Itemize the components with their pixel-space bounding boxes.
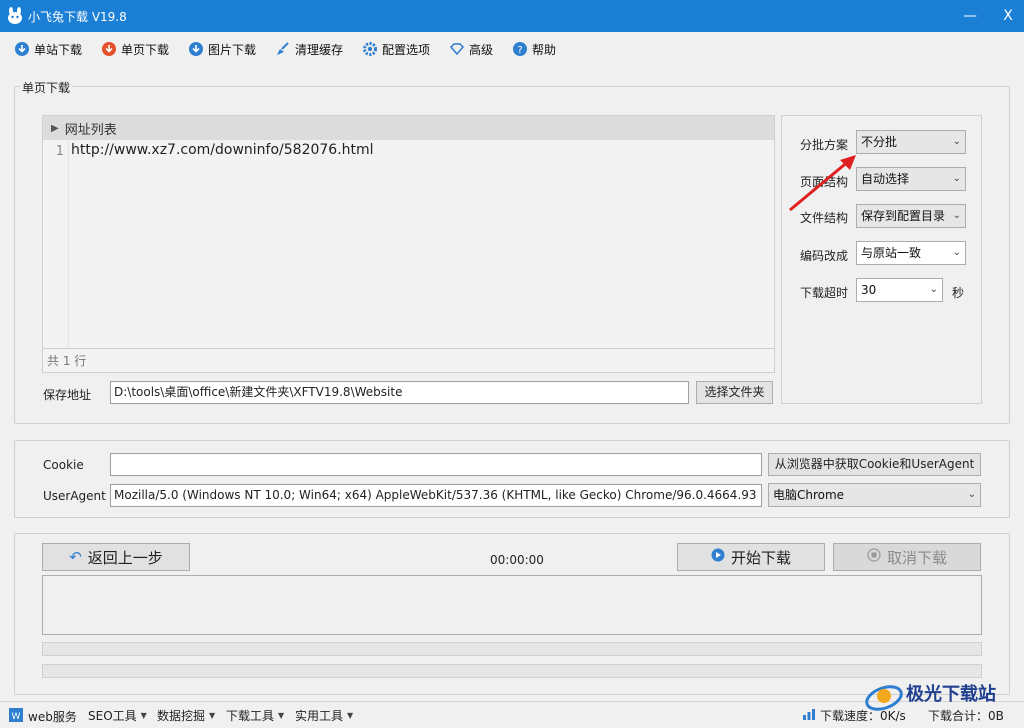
browser-value: 电脑Chrome (773, 488, 845, 502)
diamond-icon (449, 41, 465, 57)
start-label: 开始下载 (730, 548, 791, 567)
cancel-label: 取消下载 (886, 548, 947, 567)
toolbar-label: 单站下载 (34, 42, 83, 57)
useragent-label: UserAgent (43, 489, 106, 503)
watermark-text: 极光下载站 (906, 684, 996, 705)
chevron-down-icon: ⌄ (967, 489, 976, 500)
toolbar-label: 清理缓存 (295, 42, 344, 57)
data-mining-menu[interactable]: 数据挖掘 ▼ (157, 707, 215, 724)
toolbar-single-page[interactable]: 单页下载 (101, 40, 169, 58)
toolbar: 单站下载 单页下载 图片下载 清理缓存 配置选项 高级 ? 帮助 (0, 32, 1024, 66)
collapse-triangle-icon: ▶ (51, 122, 59, 134)
window-title: 小飞兔下载 V19.8 (28, 10, 127, 24)
url-list-header[interactable]: ▶ 网址列表 (43, 116, 774, 140)
svg-text:?: ? (517, 45, 522, 56)
back-button[interactable]: ↶ 返回上一步 (42, 543, 190, 571)
toolbar-label: 配置选项 (382, 42, 431, 57)
useragent-input[interactable]: Mozilla/5.0 (Windows NT 10.0; Win64; x64… (110, 484, 762, 507)
url-line[interactable]: http://www.xz7.com/downinfo/582076.html (71, 142, 374, 158)
stop-icon (867, 548, 881, 566)
app-logo-icon (8, 7, 22, 24)
chevron-down-icon: ⌄ (952, 173, 961, 184)
annotation-arrow-icon (789, 155, 856, 212)
web-service-menu[interactable]: W web服务 (8, 707, 77, 726)
cookie-input[interactable] (110, 453, 762, 476)
encoding-select[interactable]: 与原站一致 ⌄ (856, 241, 966, 265)
toolbar-image-download[interactable]: 图片下载 (188, 40, 256, 58)
download-tools-menu[interactable]: 下载工具 ▼ (226, 707, 284, 724)
browser-select[interactable]: 电脑Chrome ⌄ (768, 483, 981, 507)
minimize-button[interactable]: — (950, 2, 990, 30)
download-cloud-icon (14, 41, 30, 57)
elapsed-timer: 00:00:00 (490, 553, 544, 567)
timeout-unit: 秒 (952, 286, 965, 300)
toolbar-label: 单页下载 (121, 42, 170, 57)
toolbar-single-site[interactable]: 单站下载 (14, 40, 82, 58)
title-bar: 小飞兔下载 V19.8 — X (0, 0, 1024, 32)
url-line-count: 共 1 行 (43, 348, 774, 372)
chevron-down-icon: ⌄ (952, 210, 961, 221)
progress-bar-current (42, 664, 982, 678)
chevron-down-icon: ⌄ (929, 284, 938, 295)
toolbar-clear-cache[interactable]: 清理缓存 (275, 40, 343, 58)
single-page-legend: 单页下载 (20, 79, 73, 96)
status-item-label: 数据挖掘 (157, 709, 206, 723)
line-number: 1 (55, 144, 64, 159)
toolbar-label: 图片下载 (208, 42, 257, 57)
back-label: 返回上一步 (87, 548, 163, 567)
toolbar-help[interactable]: ? 帮助 (512, 40, 556, 58)
status-item-label: 下载工具 (226, 709, 275, 723)
gear-icon (362, 41, 378, 57)
save-path-label: 保存地址 (43, 388, 92, 402)
url-editor[interactable]: 1 http://www.xz7.com/downinfo/582076.htm… (43, 140, 774, 348)
cancel-download-button[interactable]: 取消下载 (833, 543, 981, 571)
status-item-label: web服务 (28, 710, 77, 724)
url-list-title: 网址列表 (64, 122, 117, 138)
toolbar-label: 帮助 (532, 42, 557, 57)
timeout-value: 30 (861, 283, 877, 297)
log-output (42, 575, 982, 635)
status-item-label: SEO工具 (88, 709, 137, 723)
speed-icon (802, 707, 816, 724)
caret-down-icon: ▼ (278, 711, 285, 720)
chevron-down-icon: ⌄ (952, 247, 961, 258)
undo-arrow-icon: ↶ (69, 548, 82, 566)
timeout-select[interactable]: 30 ⌄ (856, 278, 943, 302)
close-button[interactable]: X (988, 2, 1024, 30)
download-cloud-red-icon (101, 41, 117, 57)
chevron-down-icon: ⌄ (952, 136, 961, 147)
progress-bar-total (42, 642, 982, 656)
play-icon (711, 548, 725, 566)
get-from-browser-button[interactable]: 从浏览器中获取Cookie和UserAgent (768, 453, 981, 476)
status-item-label: 实用工具 (295, 709, 344, 723)
download-cloud-icon (188, 41, 204, 57)
save-path-input[interactable]: D:\tools\桌面\office\新建文件夹\XFTV19.8\Websit… (110, 381, 689, 404)
help-icon: ? (512, 41, 528, 57)
watermark: 极光下载站 (862, 676, 1022, 716)
toolbar-advanced[interactable]: 高级 (449, 40, 493, 58)
word-doc-icon: W (8, 707, 24, 726)
toolbar-label: 高级 (469, 42, 494, 57)
svg-text:W: W (12, 712, 21, 722)
caret-down-icon: ▼ (209, 711, 216, 720)
encoding-value: 与原站一致 (861, 246, 922, 260)
line-gutter: 1 (43, 140, 69, 348)
utility-tools-menu[interactable]: 实用工具 ▼ (295, 707, 353, 724)
caret-down-icon: ▼ (347, 711, 354, 720)
broom-icon (275, 41, 291, 57)
watermark-logo-icon (865, 685, 903, 711)
choose-folder-button[interactable]: 选择文件夹 (696, 381, 773, 404)
start-download-button[interactable]: 开始下载 (677, 543, 825, 571)
encoding-label: 编码改成 (800, 249, 849, 263)
cookie-label: Cookie (43, 458, 84, 472)
timeout-label: 下载超时 (800, 286, 849, 300)
url-list-panel: ▶ 网址列表 1 http://www.xz7.com/downinfo/582… (42, 115, 775, 373)
caret-down-icon: ▼ (140, 711, 147, 720)
toolbar-settings[interactable]: 配置选项 (362, 40, 430, 58)
seo-tools-menu[interactable]: SEO工具 ▼ (88, 707, 147, 724)
